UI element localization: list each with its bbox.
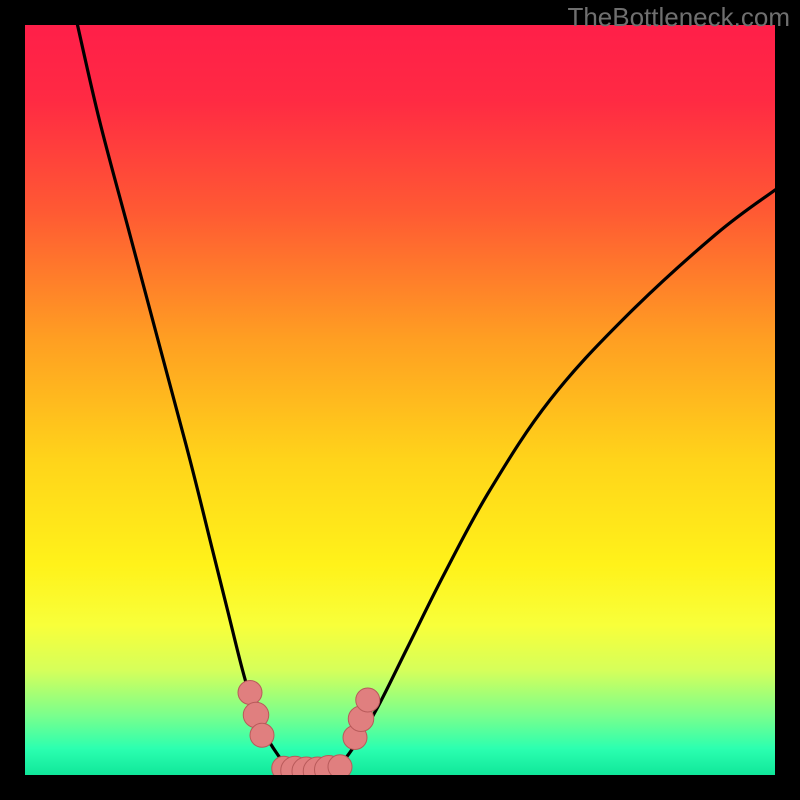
watermark-text: TheBottleneck.com	[567, 2, 790, 33]
data-marker	[250, 723, 274, 747]
data-markers	[238, 681, 380, 776]
data-marker	[328, 755, 352, 775]
data-marker	[238, 681, 262, 705]
curve-left	[78, 25, 303, 771]
plot-area	[25, 25, 775, 775]
curve-right	[325, 190, 775, 771]
chart-curves	[25, 25, 775, 775]
data-marker	[356, 688, 380, 712]
chart-frame: TheBottleneck.com	[0, 0, 800, 800]
